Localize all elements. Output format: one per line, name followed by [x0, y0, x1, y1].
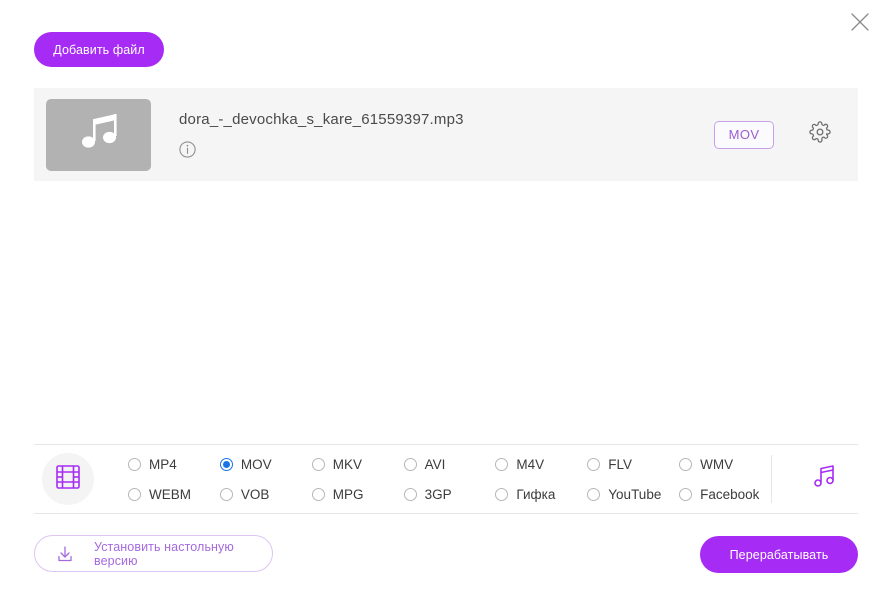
- gear-icon: [809, 121, 831, 148]
- film-strip-icon: [53, 462, 83, 497]
- add-file-button[interactable]: Добавить файл: [34, 32, 164, 67]
- radio-mark: [679, 487, 693, 501]
- format-panel: MP4 MOV MKV AVI M4V FLV WMV WEBM VOB MPG…: [34, 445, 858, 513]
- panel-vertical-divider: [771, 455, 772, 503]
- file-thumbnail: [46, 98, 151, 171]
- radio-mark: [311, 487, 325, 501]
- format-label: AVI: [424, 456, 446, 472]
- info-icon[interactable]: [179, 141, 196, 158]
- media-type-audio-button[interactable]: [802, 457, 846, 501]
- format-radio-webm[interactable]: WEBM: [128, 479, 220, 509]
- format-radio-mkv[interactable]: MKV: [311, 449, 404, 479]
- radio-mark: [219, 487, 233, 501]
- radio-mark: [311, 457, 325, 471]
- format-label: WEBM: [149, 486, 191, 502]
- radio-mark: [587, 457, 601, 471]
- format-label: VOB: [240, 486, 270, 502]
- format-radio-facebook[interactable]: Facebook: [679, 479, 771, 509]
- format-radio-3gp[interactable]: 3GP: [403, 479, 496, 509]
- format-label: 3GP: [424, 486, 452, 502]
- format-radio-mov[interactable]: MOV: [219, 449, 312, 479]
- file-settings-button[interactable]: [808, 121, 832, 148]
- format-radio-youtube[interactable]: YouTube: [587, 479, 679, 509]
- converter-window: Добавить файл dora_-_devochka_s_kare_615…: [0, 0, 890, 608]
- radio-mark: [219, 457, 233, 471]
- radio-mark: [495, 457, 509, 471]
- radio-mark: [679, 457, 693, 471]
- format-label: Гифка: [516, 486, 556, 502]
- radio-mark: [495, 487, 509, 501]
- music-note-icon: [809, 462, 839, 497]
- format-radio-mpg[interactable]: MPG: [311, 479, 404, 509]
- media-type-video-button[interactable]: [42, 453, 94, 505]
- install-desktop-label: Установить настольную версию: [94, 539, 234, 568]
- format-label: Facebook: [700, 486, 760, 502]
- format-label: MKV: [332, 456, 362, 472]
- music-note-icon: [77, 111, 121, 158]
- format-label: MOV: [240, 456, 272, 472]
- format-label: M4V: [516, 456, 545, 472]
- format-radio-wmv[interactable]: WMV: [679, 449, 771, 479]
- format-label: WMV: [700, 456, 734, 472]
- format-label: MPG: [332, 486, 364, 502]
- format-radio-m4v[interactable]: M4V: [495, 449, 587, 479]
- divider-bottom: [34, 513, 858, 514]
- radio-mark: [403, 457, 417, 471]
- convert-button[interactable]: Перерабатывать: [700, 536, 858, 573]
- file-row: dora_-_devochka_s_kare_61559397.mp3 MOV: [34, 88, 858, 181]
- radio-mark: [587, 487, 601, 501]
- radio-mark: [128, 487, 141, 501]
- close-icon: [848, 10, 872, 34]
- install-desktop-button[interactable]: Установить настольную версию: [34, 535, 273, 572]
- close-button[interactable]: [838, 0, 882, 44]
- format-radio-gif[interactable]: Гифка: [495, 479, 587, 509]
- file-format-button[interactable]: MOV: [714, 120, 774, 149]
- format-radio-vob[interactable]: VOB: [219, 479, 312, 509]
- file-meta: dora_-_devochka_s_kare_61559397.mp3: [179, 111, 714, 158]
- format-radio-flv[interactable]: FLV: [587, 449, 679, 479]
- format-radio-group: MP4 MOV MKV AVI M4V FLV WMV WEBM VOB MPG…: [128, 449, 771, 509]
- format-radio-avi[interactable]: AVI: [403, 449, 496, 479]
- format-radio-mp4[interactable]: MP4: [128, 449, 220, 479]
- format-label: FLV: [608, 456, 633, 472]
- format-label: YouTube: [608, 486, 662, 502]
- download-icon: [55, 544, 75, 564]
- format-label: MP4: [149, 456, 177, 472]
- radio-mark: [128, 457, 141, 471]
- file-name: dora_-_devochka_s_kare_61559397.mp3: [179, 111, 464, 128]
- radio-mark: [403, 487, 417, 501]
